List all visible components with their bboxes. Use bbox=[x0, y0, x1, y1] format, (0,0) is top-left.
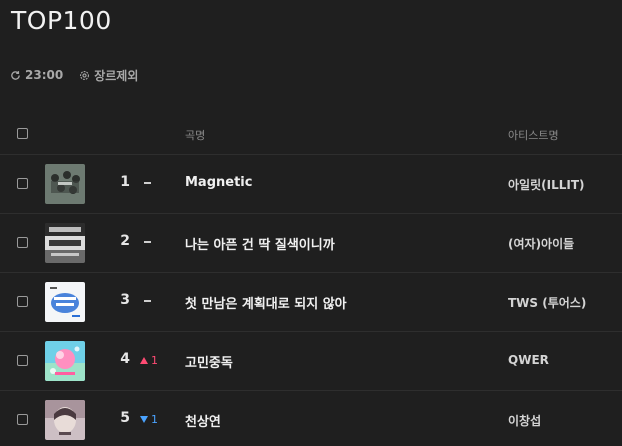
artist-name[interactable]: TWS (투어스) bbox=[508, 294, 586, 311]
update-time-label: 23:00 bbox=[25, 68, 64, 82]
artist-name[interactable]: 이창섭 bbox=[508, 412, 541, 429]
genre-exclude-label: 장르제외 bbox=[94, 68, 139, 83]
table-row[interactable]: 5 1 천상연 이창섭 bbox=[0, 391, 622, 446]
rank-same-icon bbox=[144, 182, 151, 184]
table-row[interactable]: 1 Magnetic 아일릿(ILLIT) bbox=[0, 155, 622, 214]
row-checkbox[interactable] bbox=[17, 414, 28, 425]
row-checkbox[interactable] bbox=[17, 237, 28, 248]
rank-change-value: 1 bbox=[151, 412, 158, 426]
table-row[interactable]: 4 1 고민중독 QWER bbox=[0, 332, 622, 391]
rank-up-icon bbox=[140, 356, 148, 364]
chart-table: 곡명 아티스트명 1 Magnetic 아일릿(ILLIT) 2 나는 아픈 건… bbox=[0, 114, 622, 446]
artist-name[interactable]: QWER bbox=[508, 353, 549, 367]
album-art[interactable] bbox=[45, 282, 85, 322]
artist-name[interactable]: 아일릿(ILLIT) bbox=[508, 176, 585, 193]
table-row[interactable]: 3 첫 만남은 계획대로 되지 않아 TWS (투어스) bbox=[0, 273, 622, 332]
rank-change: 1 bbox=[140, 352, 158, 368]
song-title[interactable]: Magnetic bbox=[185, 175, 252, 190]
rank-number: 4 bbox=[120, 351, 130, 367]
header-song: 곡명 bbox=[185, 129, 206, 142]
rank-change-value: 1 bbox=[151, 353, 158, 367]
row-checkbox[interactable] bbox=[17, 296, 28, 307]
artist-name[interactable]: (여자)아이들 bbox=[508, 235, 574, 252]
select-all-checkbox[interactable] bbox=[17, 128, 28, 139]
song-title[interactable]: 첫 만남은 계획대로 되지 않아 bbox=[185, 293, 347, 312]
page-title: TOP100 bbox=[11, 6, 112, 35]
rank-same-icon bbox=[144, 300, 151, 302]
header-artist: 아티스트명 bbox=[508, 129, 559, 142]
album-art[interactable] bbox=[45, 164, 85, 204]
update-time[interactable]: 23:00 bbox=[10, 68, 63, 82]
rank-change bbox=[140, 293, 151, 309]
rank-change bbox=[140, 175, 151, 191]
album-art[interactable] bbox=[45, 341, 85, 381]
rank-number: 5 bbox=[120, 410, 130, 426]
rank-number: 3 bbox=[120, 292, 130, 308]
rank-change: 1 bbox=[140, 411, 158, 427]
song-title[interactable]: 나는 아픈 건 딱 질색이니까 bbox=[185, 234, 335, 253]
row-checkbox[interactable] bbox=[17, 178, 28, 189]
chart-toolbar: 23:00 장르제외 bbox=[10, 66, 138, 84]
refresh-icon bbox=[10, 70, 21, 81]
album-art[interactable] bbox=[45, 223, 85, 263]
chart-page: TOP100 23:00 장르제외 곡명 아티스트명 1 Magnetic 아일… bbox=[0, 0, 622, 446]
table-row[interactable]: 2 나는 아픈 건 딱 질색이니까 (여자)아이들 bbox=[0, 214, 622, 273]
album-art[interactable] bbox=[45, 400, 85, 440]
rank-number: 1 bbox=[120, 174, 130, 190]
rank-number: 2 bbox=[120, 233, 130, 249]
rank-same-icon bbox=[144, 241, 151, 243]
settings-gear-icon bbox=[79, 70, 90, 81]
row-checkbox[interactable] bbox=[17, 355, 28, 366]
rank-down-icon bbox=[140, 415, 148, 423]
rank-change bbox=[140, 234, 151, 250]
song-title[interactable]: 고민중독 bbox=[185, 352, 233, 371]
table-header: 곡명 아티스트명 bbox=[0, 114, 622, 155]
genre-exclude-button[interactable]: 장르제외 bbox=[79, 67, 138, 84]
song-title[interactable]: 천상연 bbox=[185, 411, 221, 430]
